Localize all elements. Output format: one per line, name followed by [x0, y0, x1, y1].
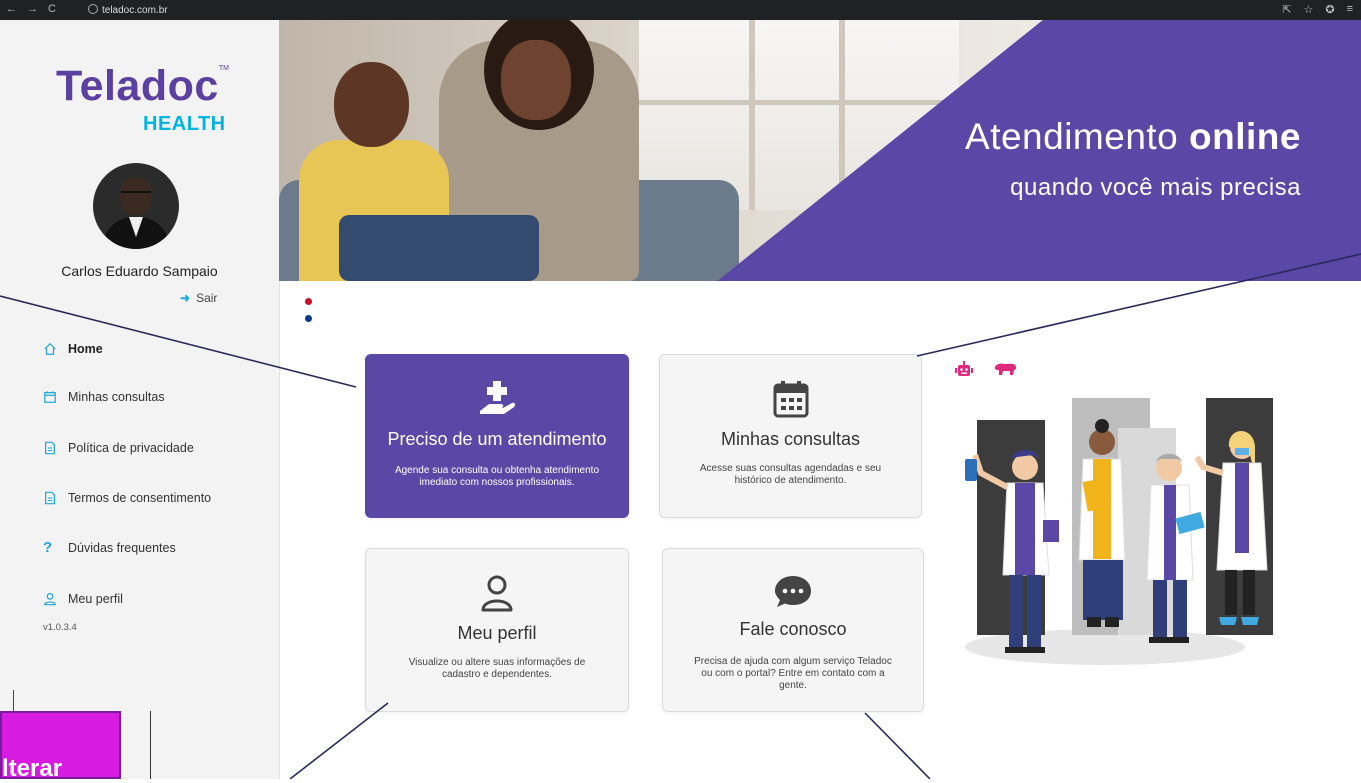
bookmark-star-icon[interactable]: ☆: [1303, 3, 1313, 16]
card-title: Minhas consultas: [720, 429, 861, 449]
hand-plus-icon: [480, 381, 516, 414]
user-name: Carlos Eduardo Sampaio: [61, 263, 218, 279]
banner-title-regular: Atendimento: [965, 116, 1190, 157]
sidebar-item-label: Meu perfil: [68, 592, 123, 606]
browser-nav: ← → C: [6, 3, 56, 15]
logout-label: Sair: [196, 291, 218, 305]
calendar-icon: [773, 381, 808, 418]
question-icon: ?: [43, 539, 53, 556]
card-minhas-consultas[interactable]: Minhas consultas Acesse suas consultas a…: [659, 354, 922, 518]
user-icon: [44, 592, 56, 606]
banner-window-frame: [749, 20, 755, 210]
banner-title: Atendimento online: [965, 116, 1301, 158]
card-meu-perfil[interactable]: Meu perfil Visualize ou altere suas info…: [365, 548, 629, 712]
hero-banner: Atendimento online quando você mais prec…: [279, 20, 1361, 281]
home-icon: [44, 342, 56, 355]
user-icon: [481, 575, 513, 612]
logout-button[interactable]: ➜ Sair: [180, 291, 217, 305]
card-description: Acesse suas consultas agendadas e seu hi…: [699, 463, 882, 486]
logo-health: HEALTH: [143, 113, 226, 135]
reload-icon[interactable]: C: [48, 3, 56, 15]
banner-subtitle: quando você mais precisa: [1010, 174, 1301, 201]
carousel-dot-1[interactable]: [305, 298, 312, 305]
card-fale-conosco[interactable]: Fale conosco Precisa de ajuda com algum …: [662, 548, 924, 712]
banner-window-frame: [639, 100, 959, 105]
sidebar-item-label: Política de privacidade: [68, 441, 194, 455]
reading-list-icon[interactable]: ≡: [1347, 3, 1353, 16]
sidebar-item-label: Termos de consentimento: [68, 491, 212, 505]
card-title: Meu perfil: [457, 623, 537, 643]
document-icon: [45, 441, 55, 455]
sidebar-item-label: Minhas consultas: [68, 390, 165, 404]
annotation-line: [864, 712, 931, 779]
url-text: teladoc.com.br: [102, 5, 168, 16]
annotation-line: [289, 702, 389, 779]
banner-boy-jeans: [339, 215, 539, 281]
card-description: Visualize ou altere suas informações de …: [408, 657, 586, 680]
info-icon[interactable]: [88, 4, 98, 14]
avatar: [93, 163, 179, 249]
logo-wordmark: Teladoc: [56, 62, 219, 110]
sidebar: TeladocTM HEALTH Carlos Eduardo Sampaio …: [0, 20, 280, 779]
address-bar[interactable]: teladoc.com.br: [88, 4, 168, 16]
teladoc-logo[interactable]: TeladocTM HEALTH: [56, 62, 246, 136]
avatar-glasses: [121, 191, 151, 199]
banner-title-bold: online: [1189, 116, 1301, 157]
browser-actions: ⇱ ☆ ✪ ≡: [1282, 3, 1353, 16]
logo-tm: TM: [218, 65, 229, 72]
banner-boy-head: [334, 62, 409, 147]
app-version: v1.0.3.4: [43, 622, 77, 633]
calendar-icon: [44, 391, 56, 403]
doctors-illustration: [965, 398, 1273, 665]
alterar-callout: lterar: [0, 711, 121, 782]
card-preciso-atendimento[interactable]: Preciso de um atendimento Agende sua con…: [365, 354, 629, 518]
card-title: Preciso de um atendimento: [387, 429, 607, 449]
card-description: Precisa de ajuda com algum serviço Telad…: [694, 656, 892, 691]
sidebar-item-label: Dúvidas frequentes: [68, 541, 176, 555]
card-description: Agende sua consulta ou obtenha atendimen…: [394, 465, 600, 488]
chat-icon: [775, 576, 811, 607]
callout-line: [150, 711, 151, 779]
share-icon[interactable]: ⇱: [1282, 3, 1291, 16]
document-icon: [45, 491, 55, 505]
browser-toolbar: ← → C teladoc.com.br ⇱ ☆ ✪ ≡: [0, 0, 1361, 20]
logout-icon: ➜: [180, 291, 191, 305]
back-icon[interactable]: ←: [6, 3, 17, 15]
carousel-dot-2[interactable]: [305, 315, 312, 322]
extensions-icon[interactable]: ✪: [1325, 3, 1334, 16]
card-title: Fale conosco: [739, 619, 847, 639]
sidebar-item-label: Home: [68, 342, 103, 356]
forward-icon[interactable]: →: [27, 3, 38, 15]
banner-woman-face: [501, 40, 571, 120]
